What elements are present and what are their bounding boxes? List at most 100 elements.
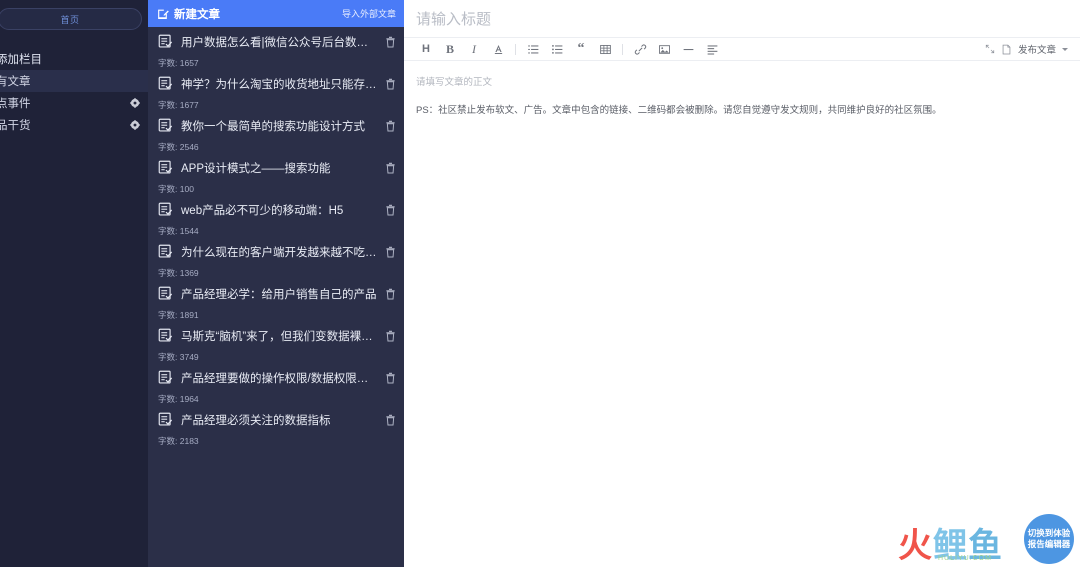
horizontal-rule-button[interactable] [676,38,700,60]
sidebar-item-all-articles[interactable]: 有文章 [0,70,148,92]
article-word-count: 字数: 1657 [148,56,404,69]
word-count-value: 1964 [179,393,199,404]
sidebar-list: 添加栏目 有文章 点事件 品干货 [0,48,148,136]
expand-icon[interactable] [985,44,995,54]
align-button[interactable] [700,38,724,60]
gear-icon[interactable] [130,98,140,108]
chevron-down-icon[interactable] [1062,47,1068,51]
editor-panel: 请输入标题 H B I “ 发布文章 请填写文章的正文 PS：社区禁止发布软文、… [404,0,1080,567]
article-title: 产品经理必须关注的数据指标 [181,414,331,427]
image-icon [658,44,670,54]
home-button-label: 首页 [60,14,80,25]
delete-icon[interactable] [385,288,396,300]
import-external-label: 导入外部文章 [341,9,396,19]
word-count-prefix: 字数: [158,351,178,362]
text-color-button[interactable] [486,38,510,60]
bold-button[interactable]: B [438,38,462,60]
switch-editor-badge[interactable]: 切换到体验 报告编辑器 [1024,514,1074,564]
delete-icon[interactable] [385,78,396,90]
publish-button-label[interactable]: 发布文章 [1018,42,1056,56]
article-word-count: 字数: 1677 [148,98,404,111]
document-icon[interactable] [1001,44,1012,55]
delete-icon[interactable] [385,372,396,384]
word-count-value: 1891 [179,309,199,320]
watermark-brand-part3: 鱼 [968,527,1003,565]
article-list-item[interactable]: 马斯克“脑机”来了，但我们变数据裸体！ [148,321,404,350]
app-root: 首页 添加栏目 有文章 点事件 品干货 新建文章 导入外部文章 用户数据怎么看|… [0,0,1080,567]
word-count-value: 1544 [179,225,199,236]
article-list-item[interactable]: 产品经理要做的操作权限/数据权限设计 [148,363,404,392]
toolbar-right-actions: 发布文章 [985,42,1070,56]
delete-icon[interactable] [385,36,396,48]
article-title-input[interactable]: 请输入标题 [404,0,1080,38]
unordered-list-button[interactable] [545,38,569,60]
sidebar-item-add-column[interactable]: 添加栏目 [0,48,148,70]
sidebar-item-product-insights[interactable]: 品干货 [0,114,148,136]
article-word-count: 字数: 3749 [148,350,404,363]
word-count-value: 1369 [179,267,199,278]
table-button[interactable] [593,38,617,60]
delete-icon[interactable] [385,330,396,342]
home-button-container: 首页 [0,0,148,40]
article-list-item[interactable]: web产品必不可少的移动端：H5 [148,195,404,224]
article-word-count: 字数: 1891 [148,308,404,321]
word-count-value: 3749 [179,351,199,362]
italic-icon: I [472,41,476,56]
document-check-icon [158,76,172,90]
delete-icon[interactable] [385,246,396,258]
article-list-header: 新建文章 导入外部文章 [148,0,404,27]
article-list-item[interactable]: 产品经理必学：给用户销售自己的产品 [148,279,404,308]
word-count-prefix: 字数: [158,267,178,278]
gear-icon[interactable] [130,120,140,130]
article-title: 用户数据怎么看|微信公众号后台数据看板指南 [181,36,379,49]
word-count-prefix: 字数: [158,57,178,68]
title-placeholder: 请输入标题 [416,11,492,28]
word-count-value: 2546 [179,141,199,152]
new-article-label: 新建文章 [174,8,220,21]
watermark: 火鲤鱼 HULIYU.COM 切换到体验 报告编辑器 [890,510,1080,567]
article-title: 马斯克“脑机”来了，但我们变数据裸体！ [181,330,379,343]
home-button[interactable]: 首页 [0,8,142,30]
body-notice: PS：社区禁止发布软文、广告。文章中包含的链接、二维码都会被删除。请您自觉遵守发… [416,105,942,116]
article-title: web产品必不可少的移动端：H5 [181,204,344,217]
sidebar-item-hot-events[interactable]: 点事件 [0,92,148,114]
text-color-icon [494,44,502,54]
article-list-panel: 新建文章 导入外部文章 用户数据怎么看|微信公众号后台数据看板指南 [148,0,404,567]
delete-icon[interactable] [385,204,396,216]
article-list-item[interactable]: 神学？为什么淘宝的收货地址只能存20个？ [148,69,404,98]
image-button[interactable] [652,38,676,60]
word-count-prefix: 字数: [158,99,178,110]
link-icon [634,43,646,55]
document-check-icon [158,118,172,132]
body-placeholder: 请填写文章的正文 [416,77,493,88]
editor-toolbar: H B I “ 发布文章 [404,38,1080,61]
article-title: APP设计模式之——搜索功能 [181,162,331,175]
article-list-item[interactable]: 为什么现在的客户端开发越来越不吃香了 [148,237,404,266]
quote-icon: “ [577,41,585,56]
document-check-icon [158,370,172,384]
article-list-item[interactable]: 用户数据怎么看|微信公众号后台数据看板指南 [148,27,404,56]
import-external-article-button[interactable]: 导入外部文章 [342,7,396,20]
article-list-item[interactable]: APP设计模式之——搜索功能 [148,153,404,182]
horizontal-rule-icon [683,48,693,50]
quote-button[interactable]: “ [569,38,593,60]
link-button[interactable] [628,38,652,60]
article-word-count: 字数: 1544 [148,224,404,237]
sidebar-item-label: 添加栏目 [0,54,42,66]
article-list-item[interactable]: 产品经理必须关注的数据指标 [148,405,404,434]
new-article-button[interactable]: 新建文章 [157,6,220,22]
delete-icon[interactable] [385,414,396,426]
heading-button[interactable]: H [414,38,438,60]
word-count-value: 2183 [179,435,199,446]
editor-body[interactable]: 请填写文章的正文 PS：社区禁止发布软文、广告。文章中包含的链接、二维码都会被删… [404,61,1080,121]
delete-icon[interactable] [385,162,396,174]
ordered-list-button[interactable] [521,38,545,60]
document-check-icon [158,244,172,258]
italic-button[interactable]: I [462,38,486,60]
delete-icon[interactable] [385,120,396,132]
article-word-count: 字数: 2546 [148,140,404,153]
document-check-icon [158,412,172,426]
article-list-item[interactable]: 教你一个最简单的搜索功能设计方式 [148,111,404,140]
word-count-prefix: 字数: [158,225,178,236]
